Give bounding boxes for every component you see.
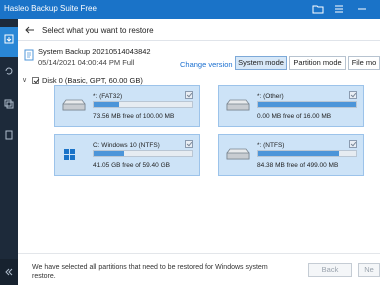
partition-mode-button[interactable]: Partition mode	[289, 56, 346, 70]
chevron-down-icon[interactable]: ∨	[22, 76, 27, 84]
partition-checkbox[interactable]	[185, 140, 193, 148]
minimize-icon[interactable]	[356, 3, 368, 15]
partition-usage-bar	[257, 150, 357, 157]
partition-free-space: 73.56 MB free of 100.00 MB	[93, 113, 175, 120]
partition-card[interactable]: C: Windows 10 (NTFS) 41.05 GB free of 59…	[54, 134, 200, 176]
partition-checkbox[interactable]	[185, 91, 193, 99]
sidebar-item-clone[interactable]	[0, 91, 18, 121]
file-mode-button[interactable]: File mo	[348, 56, 380, 70]
partition-usage-bar	[93, 101, 193, 108]
partition-card[interactable]: *: (Other) 0.00 MB free of 16.00 MB	[218, 85, 364, 127]
partition-name: *: (NTFS)	[257, 142, 285, 149]
change-version-link[interactable]: Change version	[180, 60, 233, 69]
partition-name: C: Windows 10 (NTFS)	[93, 142, 160, 149]
partition-usage-bar	[93, 150, 193, 157]
backup-file-icon	[24, 49, 34, 63]
header: Select what you want to restore	[18, 19, 380, 41]
sidebar-collapse[interactable]	[0, 259, 18, 285]
usage-fill	[94, 151, 125, 156]
usage-fill	[258, 102, 356, 107]
tools-icon	[5, 130, 13, 140]
partition-name: *: (Other)	[257, 93, 284, 100]
backup-date: 05/14/2021 04:00:44 PM Full	[38, 58, 135, 67]
sidebar-item-backup[interactable]	[0, 27, 18, 57]
back-arrow-icon[interactable]	[24, 24, 36, 38]
partition-checkbox[interactable]	[349, 140, 357, 148]
partition-checkbox[interactable]	[349, 91, 357, 99]
usage-fill	[94, 102, 120, 107]
footer-message: We have selected all partitions that nee…	[32, 264, 268, 280]
partition-name: *: (FAT32)	[93, 93, 123, 100]
disk-label: Disk 0 (Basic, GPT, 60.00 GB)	[42, 76, 143, 85]
page-title: Select what you want to restore	[42, 26, 154, 35]
partition-free-space: 84.38 MB free of 499.00 MB	[257, 162, 339, 169]
footer: We have selected all partitions that nee…	[18, 253, 380, 285]
drive-icon	[226, 99, 250, 113]
restore-icon	[5, 67, 13, 75]
menu-icon[interactable]	[333, 3, 345, 15]
partition-free-space: 0.00 MB free of 16.00 MB	[257, 113, 332, 120]
backup-icon	[4, 34, 14, 44]
partition-card[interactable]: *: (NTFS) 84.38 MB free of 499.00 MB	[218, 134, 364, 176]
sidebar-item-tools[interactable]	[0, 123, 18, 153]
backup-info: System Backup 20210514043842 05/14/2021 …	[24, 47, 184, 69]
sidebar-item-restore[interactable]	[0, 59, 18, 89]
next-button[interactable]: Ne	[358, 263, 380, 277]
backup-name: System Backup 20210514043842	[38, 47, 151, 56]
window-title: Hasleo Backup Suite Free	[4, 4, 97, 13]
clone-icon	[4, 99, 14, 109]
system-mode-button[interactable]: System mode	[235, 56, 287, 70]
sidebar	[0, 19, 18, 285]
back-button[interactable]: Back	[308, 263, 352, 277]
drive-icon	[62, 99, 86, 113]
folder-icon[interactable]	[312, 3, 324, 15]
windows-drive-icon	[62, 148, 86, 164]
partition-usage-bar	[257, 101, 357, 108]
double-chevron-left-icon	[5, 268, 13, 276]
drive-icon	[226, 148, 250, 162]
main-panel: Select what you want to restore System B…	[18, 19, 380, 285]
partition-card[interactable]: *: (FAT32) 73.56 MB free of 100.00 MB	[54, 85, 200, 127]
disk-checkbox[interactable]	[32, 77, 39, 84]
title-bar: Hasleo Backup Suite Free	[0, 0, 380, 19]
usage-fill	[258, 151, 340, 156]
partition-free-space: 41.05 GB free of 59.40 GB	[93, 162, 170, 169]
